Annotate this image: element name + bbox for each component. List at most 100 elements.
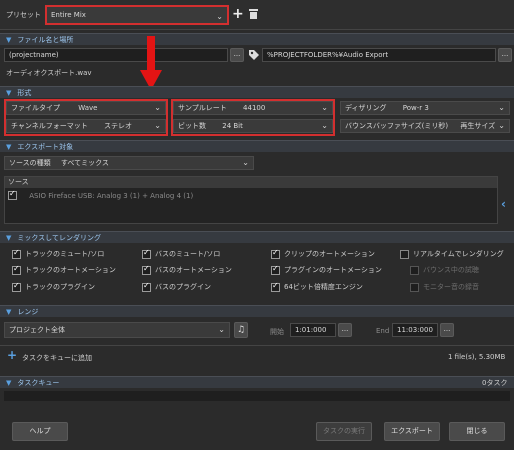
help-button[interactable]: ヘルプ xyxy=(12,422,68,441)
checkbox[interactable] xyxy=(400,249,409,259)
preset-label: プリセット xyxy=(6,11,41,19)
start-label: 開始 xyxy=(270,328,284,336)
source-type-label: ソースの種類 xyxy=(9,159,51,167)
path-browse-button[interactable]: ... xyxy=(498,48,512,62)
bus-automation-option[interactable]: バスのオートメーション xyxy=(142,264,232,275)
delete-preset-icon[interactable] xyxy=(249,9,258,19)
dither-value: Pow-r 3 xyxy=(402,104,429,112)
task-queue-list xyxy=(4,391,510,401)
start-browse-button[interactable]: ... xyxy=(338,323,352,337)
collapse-arrow-icon: ▼ xyxy=(6,36,12,44)
file-type-label: ファイルタイプ xyxy=(11,104,60,112)
sample-rate-label: サンプルレート xyxy=(178,104,227,112)
section-task-queue[interactable]: ▼ タスクキュー xyxy=(0,376,514,388)
checkbox[interactable] xyxy=(142,248,151,259)
export-button[interactable]: エクスポート xyxy=(384,422,440,441)
end-input[interactable]: 11:03:000 xyxy=(392,323,438,337)
add-task-label[interactable]: タスクをキューに追加 xyxy=(22,353,92,363)
source-item[interactable]: ASIO Fireface USB: Analog 3 (1) + Analog… xyxy=(8,189,194,200)
chevron-down-icon: ⌄ xyxy=(154,121,161,130)
plugin-automation-option[interactable]: プラグインのオートメーション xyxy=(271,264,382,275)
sample-rate-value: 44100 xyxy=(243,104,266,112)
collapse-arrow-icon: ▼ xyxy=(6,89,12,97)
sample-rate-dropdown[interactable]: サンプルレート 44100 ⌄ xyxy=(173,101,333,115)
chevron-down-icon: ⌄ xyxy=(154,103,161,112)
range-scope-value: プロジェクト全体 xyxy=(9,326,65,334)
preset-dropdown[interactable]: Entire Mix ⌄ xyxy=(45,5,229,25)
chevron-down-icon: ⌄ xyxy=(321,103,328,112)
add-preset-icon[interactable]: + xyxy=(232,6,244,22)
clip-automation-option[interactable]: クリップのオートメーション xyxy=(271,248,375,259)
checkbox xyxy=(410,265,419,275)
red-arrow-annotation xyxy=(140,36,162,90)
track-plugins-option[interactable]: トラックのプラグイン xyxy=(12,281,95,292)
collapse-arrow-icon: ▼ xyxy=(6,379,12,387)
file-type-dropdown[interactable]: ファイルタイプ Wave ⌄ xyxy=(6,101,166,115)
chevron-down-icon: ⌄ xyxy=(242,158,249,167)
section-file[interactable]: ▼ ファイル名と場所 xyxy=(0,33,514,45)
realtime-render-option[interactable]: リアルタイムでレンダリング xyxy=(400,249,504,259)
bus-mute-solo-option[interactable]: バスのミュート/ソロ xyxy=(142,248,220,259)
bit-depth-dropdown[interactable]: ビット数 24 Bit ⌄ xyxy=(173,119,333,133)
add-task-icon[interactable]: + xyxy=(7,348,17,362)
checkbox[interactable] xyxy=(12,264,21,275)
track-mute-solo-option[interactable]: トラックのミュート/ソロ xyxy=(12,248,104,259)
section-mix-render[interactable]: ▼ ミックスしてレンダリング xyxy=(0,231,514,243)
end-browse-button[interactable]: ... xyxy=(440,323,454,337)
music-note-button[interactable]: ♫ xyxy=(234,322,248,338)
chevron-down-icon: ⌄ xyxy=(498,121,505,130)
checkbox xyxy=(410,282,419,292)
dither-dropdown[interactable]: ディザリング Pow-r 3 ⌄ xyxy=(340,101,510,115)
end-label: End xyxy=(376,327,390,335)
queue-size-info: 1 file(s), 5.30MB xyxy=(448,353,506,361)
bounce-label: バウンスバッファサイズ(ミリ秒) xyxy=(345,122,449,130)
bounce-value: 再生サイズ xyxy=(460,122,496,130)
filename-browse-button[interactable]: ... xyxy=(230,48,244,62)
chevron-down-icon: ⌄ xyxy=(498,103,505,112)
section-range[interactable]: ▼ レンジ xyxy=(0,305,514,317)
source-type-dropdown[interactable]: ソースの種類 すべてミックス ⌄ xyxy=(4,156,254,170)
collapse-arrow-icon: ▼ xyxy=(6,234,12,242)
engine-64bit-option[interactable]: 64ビット倍精度エンジン xyxy=(271,281,363,292)
channel-value: ステレオ xyxy=(104,122,133,130)
collapse-arrow-icon: ▼ xyxy=(6,143,12,151)
chevron-down-icon: ⌄ xyxy=(218,325,225,334)
source-list-header: ソース xyxy=(5,177,497,188)
chevron-down-icon: ⌄ xyxy=(216,12,223,21)
section-export-target[interactable]: ▼ エクスポート対象 xyxy=(0,140,514,152)
checkbox[interactable] xyxy=(142,264,151,275)
checkbox[interactable] xyxy=(142,281,151,292)
checkbox[interactable] xyxy=(12,281,21,292)
output-filename: オーディオクスポート.wav xyxy=(6,69,92,77)
start-input[interactable]: 1:01:000 xyxy=(290,323,336,337)
task-count: 0タスク xyxy=(482,379,508,387)
dither-label: ディザリング xyxy=(345,104,387,112)
channel-format-dropdown[interactable]: チャンネルフォーマット ステレオ ⌄ xyxy=(6,119,166,133)
source-type-value: すべてミックス xyxy=(60,159,109,167)
source-checkbox[interactable] xyxy=(8,189,17,200)
path-input[interactable]: %PROJECTFOLDER%¥Audio Export xyxy=(262,48,496,62)
run-tasks-button: タスクの実行 xyxy=(316,422,372,441)
monitor-record-option: モニター音の録音 xyxy=(410,282,479,292)
preset-value: Entire Mix xyxy=(51,11,86,19)
checkbox[interactable] xyxy=(12,248,21,259)
track-automation-option[interactable]: トラックのオートメーション xyxy=(12,264,116,275)
close-button[interactable]: 閉じる xyxy=(449,422,505,441)
chevron-left-icon[interactable]: ‹ xyxy=(501,197,506,211)
file-type-value: Wave xyxy=(78,104,98,112)
section-format[interactable]: ▼ 形式 xyxy=(0,86,514,98)
filename-input[interactable]: (projectname) xyxy=(4,48,228,62)
music-note-icon: ♫ xyxy=(236,325,246,335)
bit-depth-value: 24 Bit xyxy=(222,122,243,130)
range-scope-dropdown[interactable]: プロジェクト全体 ⌄ xyxy=(4,322,230,338)
checkbox[interactable] xyxy=(271,248,280,259)
bus-plugins-option[interactable]: バスのプラグイン xyxy=(142,281,211,292)
collapse-arrow-icon: ▼ xyxy=(6,308,12,316)
bit-depth-label: ビット数 xyxy=(178,122,206,130)
checkbox[interactable] xyxy=(271,264,280,275)
checkbox[interactable] xyxy=(271,281,280,292)
bounce-buffer-dropdown[interactable]: バウンスバッファサイズ(ミリ秒) 再生サイズ ⌄ xyxy=(340,119,510,133)
chevron-down-icon: ⌄ xyxy=(321,121,328,130)
source-item-label: ASIO Fireface USB: Analog 3 (1) + Analog… xyxy=(29,191,194,200)
tag-icon[interactable] xyxy=(248,49,260,61)
